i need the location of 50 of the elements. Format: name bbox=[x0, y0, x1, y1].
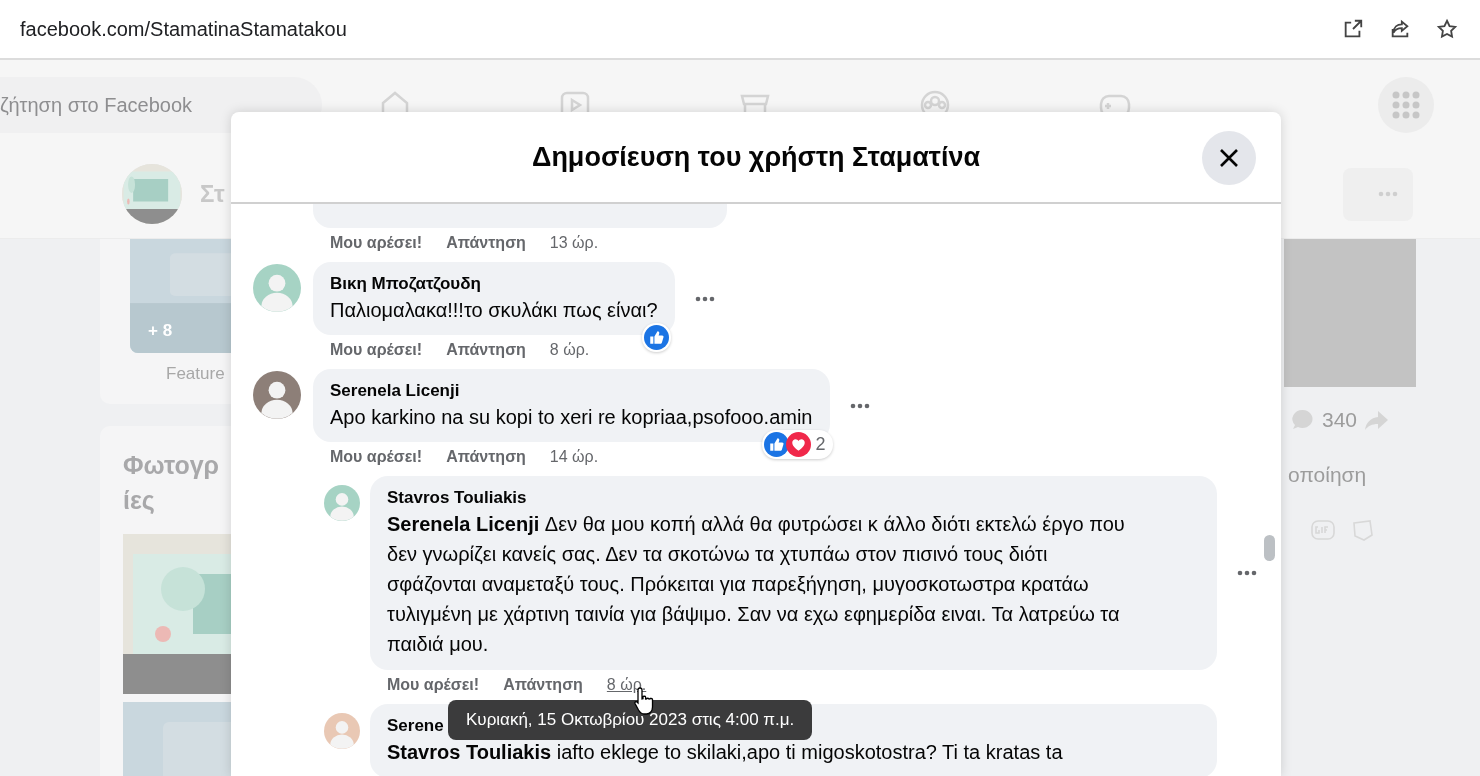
scrollbar-thumb[interactable] bbox=[1264, 535, 1275, 561]
like-link[interactable]: Μου αρέσει! bbox=[330, 341, 423, 359]
reply-link[interactable]: Απάντηση bbox=[503, 676, 583, 694]
more-options-icon[interactable] bbox=[694, 295, 715, 302]
comment-text: Serenela Licenji Δεν θα μου κοπή αλλά θα φυτρώσει κ άλλο διότι εκτελώ έργο που δεν γνωρίζει κανείς σας. Δεν τα σκοτώνω τα χτυπάω στον πισινό τους διότι σφάζονται αναμεταξύ τους. Πρόκειται για παρεξήγηση, μυγοσκοτωστρα κρατάω τυλιγμένη με χάρτινη ταινία για βάψιμο. Σαν να εχω εφημερίδα ειναι. Τα λατρεύω τα παιδιά μου. bbox=[387, 512, 1126, 657]
timestamp-link[interactable]: 8 ώρ. bbox=[606, 676, 647, 694]
avatar[interactable] bbox=[324, 713, 360, 749]
photos-heading: Φωτογρ bbox=[123, 450, 220, 481]
address-bar[interactable]: facebook.com/StamatinaStamatakou bbox=[0, 0, 1480, 60]
avatar[interactable] bbox=[324, 485, 360, 521]
timestamp-link[interactable]: 14 ώρ. bbox=[549, 448, 599, 466]
open-in-new-icon[interactable] bbox=[1342, 18, 1364, 40]
share-count: 340 bbox=[1322, 408, 1358, 432]
avatar[interactable] bbox=[253, 264, 301, 312]
sticker-icon[interactable] bbox=[1350, 517, 1376, 543]
photo-count: + 8 bbox=[148, 321, 173, 341]
share-icon[interactable] bbox=[1389, 18, 1411, 40]
timestamp-link[interactable]: 8 ώρ. bbox=[549, 341, 590, 359]
search-field[interactable]: ζήτηση στο Facebook bbox=[0, 77, 322, 133]
comment-author[interactable]: Serene bbox=[387, 715, 444, 737]
url-text: facebook.com/StamatinaStamatakou bbox=[20, 17, 348, 41]
close-button[interactable] bbox=[1202, 131, 1256, 185]
like-link[interactable]: Μου αρέσει! bbox=[330, 234, 423, 252]
photos-heading: ίες bbox=[123, 485, 155, 516]
comment-author[interactable]: Serenela Licenji bbox=[330, 380, 460, 402]
close-icon bbox=[1218, 147, 1240, 169]
dialog-title: Δημοσίευση του χρήστη Σταματίνα bbox=[531, 141, 981, 173]
comment-author[interactable]: Stavros Touliakis bbox=[387, 487, 527, 509]
comment-author[interactable]: Βικη Μποζατζουδη bbox=[330, 273, 481, 295]
featured-label: Feature bbox=[166, 364, 225, 384]
grid-icon bbox=[1392, 91, 1420, 119]
like-link[interactable]: Μου αρέσει! bbox=[387, 676, 480, 694]
comment-text: Stavros Touliakis iafto eklege to skilaki,apo ti migoskotostra? Ti ta kratas ta bbox=[387, 740, 1064, 765]
timestamp-link[interactable]: 13 ώρ. bbox=[549, 234, 599, 252]
reply-link[interactable]: Απάντηση bbox=[446, 234, 526, 252]
reply-link[interactable]: Απάντηση bbox=[446, 341, 526, 359]
reply-link[interactable]: Απάντηση bbox=[446, 448, 526, 466]
reaction-count: 2 bbox=[815, 434, 826, 455]
avatar[interactable] bbox=[122, 164, 182, 224]
bookmark-star-icon[interactable] bbox=[1436, 18, 1458, 40]
more-button[interactable] bbox=[1343, 167, 1413, 221]
like-link[interactable]: Μου αρέσει! bbox=[330, 448, 423, 466]
reactions-badge[interactable]: 2 bbox=[762, 430, 833, 459]
gif-icon[interactable] bbox=[1310, 517, 1336, 543]
comment-text: Apo karkino na su kopi to xeri re kopriaa,psofooo.amin bbox=[330, 405, 813, 430]
avatar[interactable] bbox=[253, 371, 301, 419]
comment-text: Παλιομαλακα!!!το σκυλάκι πως είναι? bbox=[330, 298, 658, 323]
more-options-icon[interactable] bbox=[1237, 570, 1257, 576]
date-tooltip: Κυριακή, 15 Οκτωβρίου 2023 στις 4:00 π.μ. bbox=[448, 700, 813, 740]
more-options-icon[interactable] bbox=[849, 402, 870, 409]
